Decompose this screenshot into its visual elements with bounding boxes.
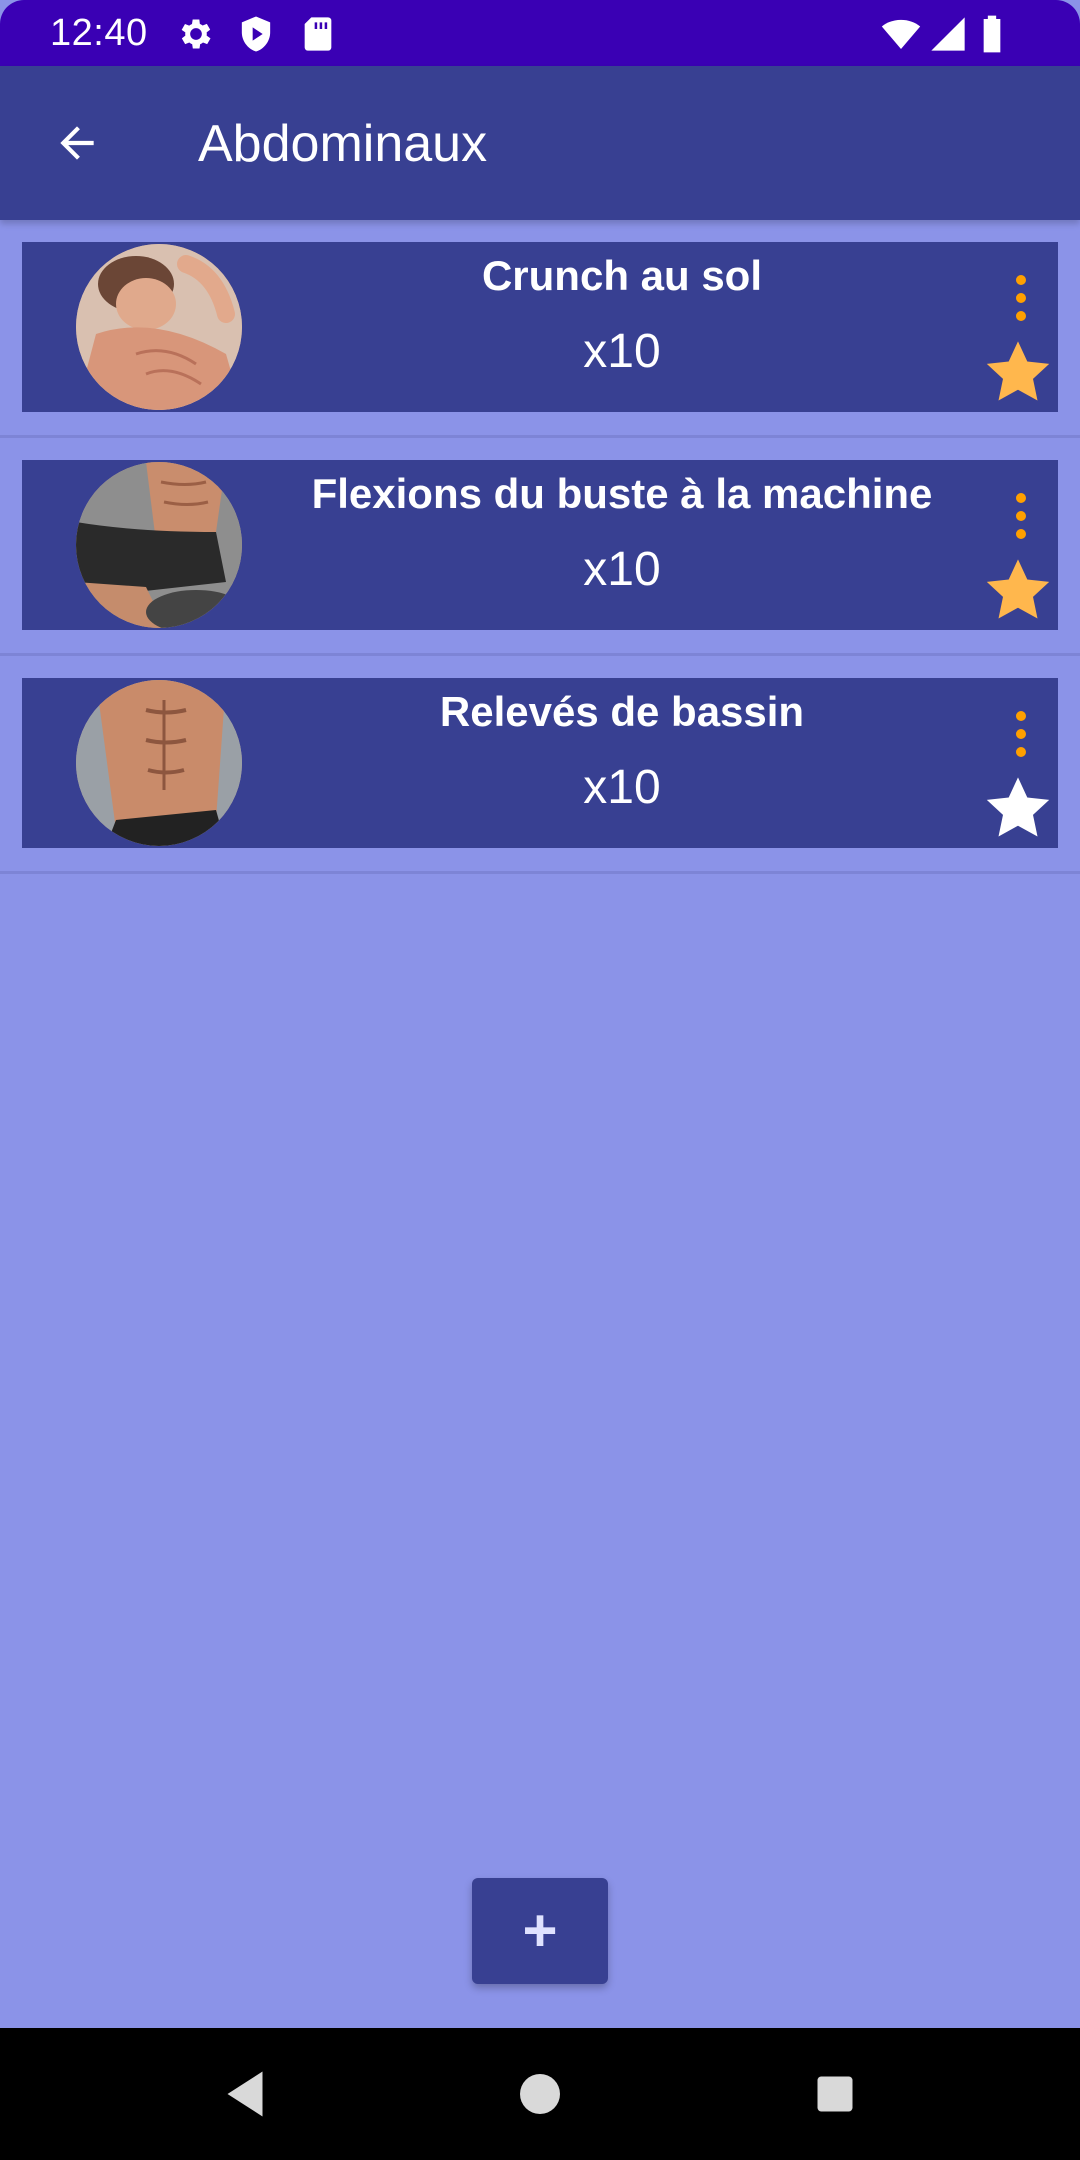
back-button[interactable] xyxy=(40,106,114,180)
exercise-reps: x10 xyxy=(583,761,661,814)
back-icon[interactable] xyxy=(215,2064,275,2124)
more-options-icon[interactable] xyxy=(1006,708,1036,760)
exercise-card[interactable]: Relevés de bassin x10 xyxy=(22,678,1058,848)
exercise-thumbnail xyxy=(76,680,242,846)
exercise-name: Crunch au sol xyxy=(481,252,763,299)
exercise-name: Relevés de bassin xyxy=(439,688,805,735)
navigation-bar xyxy=(0,2028,1080,2160)
star-outline-icon[interactable] xyxy=(982,772,1054,844)
more-options-icon[interactable] xyxy=(1006,272,1036,324)
more-options-icon[interactable] xyxy=(1006,490,1036,542)
list-item[interactable]: Flexions du buste à la machine x10 xyxy=(0,438,1080,656)
exercise-thumbnail xyxy=(76,244,242,410)
sd-card-icon xyxy=(304,17,332,51)
exercise-list: Crunch au sol x10 Flexions du buste à la… xyxy=(0,220,1080,874)
signal-icon xyxy=(931,17,965,51)
play-protect-icon xyxy=(241,16,271,52)
exercise-card[interactable]: Crunch au sol x10 xyxy=(22,242,1058,412)
exercise-reps: x10 xyxy=(583,325,661,378)
star-icon[interactable] xyxy=(982,554,1054,626)
add-exercise-button[interactable]: + xyxy=(472,1878,608,1984)
app-bar: Abdominaux xyxy=(0,66,1080,220)
settings-icon xyxy=(181,19,211,49)
exercise-reps: x10 xyxy=(583,543,661,596)
status-bar: 12:40 xyxy=(0,0,1080,66)
exercise-thumbnail xyxy=(76,462,242,628)
battery-icon xyxy=(983,15,1001,53)
list-item[interactable]: Crunch au sol x10 xyxy=(0,220,1080,438)
status-time: 12:40 xyxy=(50,12,148,54)
wifi-icon xyxy=(881,19,921,49)
recents-icon[interactable] xyxy=(805,2064,865,2124)
exercise-card[interactable]: Flexions du buste à la machine x10 xyxy=(22,460,1058,630)
list-item[interactable]: Relevés de bassin x10 xyxy=(0,656,1080,874)
page-title: Abdominaux xyxy=(198,115,488,173)
home-icon[interactable] xyxy=(510,2064,570,2124)
star-icon[interactable] xyxy=(982,336,1054,408)
exercise-name: Flexions du buste à la machine xyxy=(311,470,933,517)
plus-icon: + xyxy=(522,1897,558,1964)
arrow-back-icon xyxy=(60,126,94,160)
